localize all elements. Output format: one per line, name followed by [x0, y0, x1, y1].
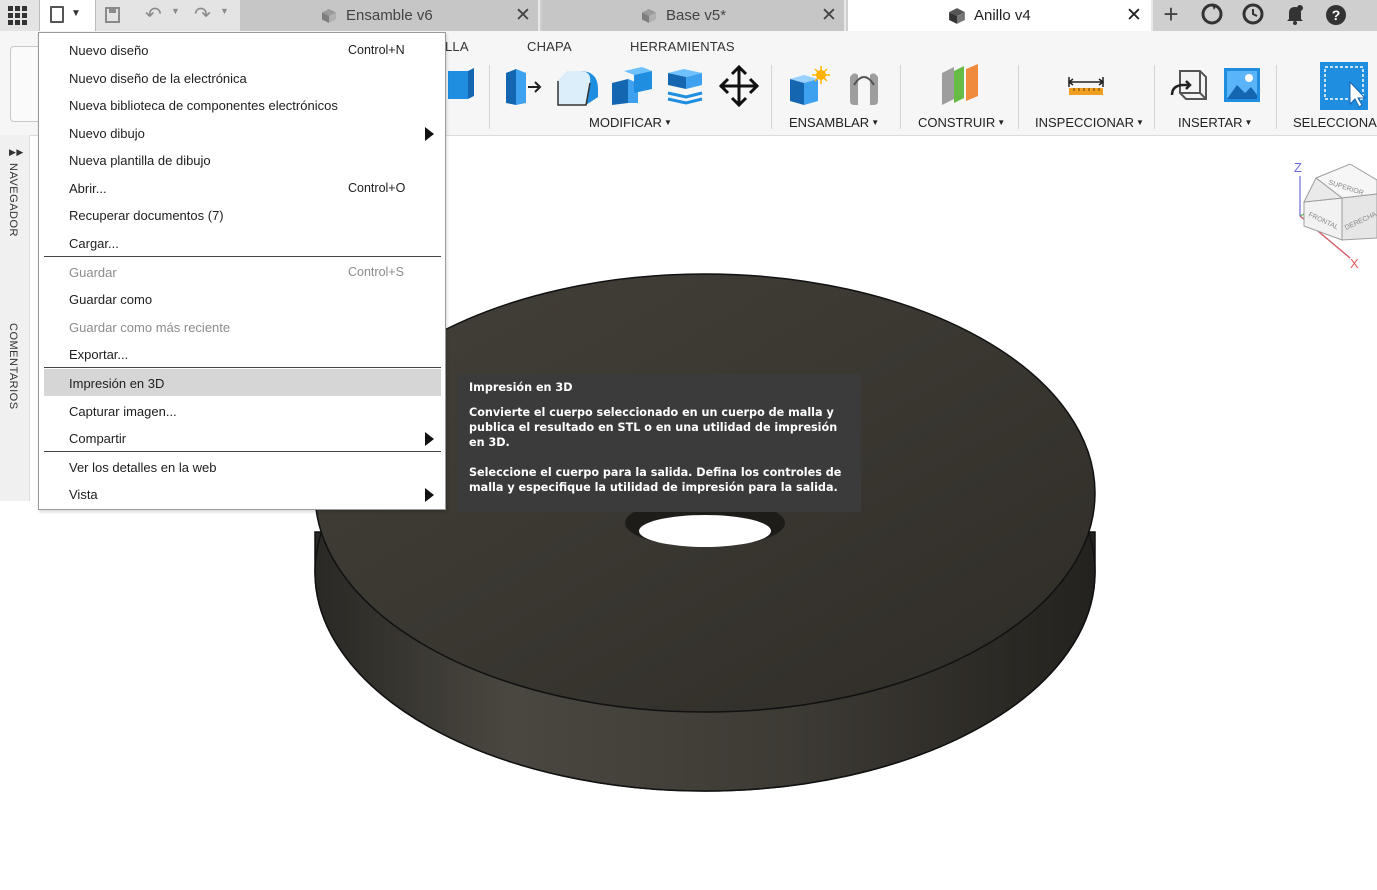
submenu-arrow-icon — [425, 127, 434, 141]
insertar-group-label[interactable]: INSERTAR ▼ — [1178, 115, 1252, 130]
extrude-icon[interactable] — [446, 67, 476, 103]
ribbon-separator — [489, 65, 490, 129]
menu-item-abrir[interactable]: Abrir... Control+O — [44, 174, 441, 201]
tab-herramientas[interactable]: HERRAMIENTAS — [630, 39, 735, 54]
insert-derive-icon[interactable] — [1170, 67, 1210, 105]
inspeccionar-group-label[interactable]: INSPECCIONAR ▼ — [1035, 115, 1144, 130]
component-cube-icon — [322, 9, 336, 23]
help-icon[interactable]: ? — [1326, 5, 1346, 25]
quick-access-toolbar: ▼ ↶ ▼ ↷ ▼ — [0, 0, 240, 31]
comments-panel-toggle[interactable]: COMENTARIOS — [7, 323, 19, 410]
document-tab-base[interactable]: Base v5* ✕ — [542, 0, 846, 31]
joint-icon[interactable] — [844, 65, 884, 107]
move-copy-icon[interactable] — [719, 65, 759, 107]
component-cube-icon — [642, 9, 656, 23]
modificar-group-label[interactable]: MODIFICAR ▼ — [589, 115, 672, 130]
menu-item-cargar[interactable]: Cargar... — [44, 229, 441, 256]
apps-grid-icon[interactable] — [6, 5, 28, 25]
viewcube[interactable]: Z X SUPERIOR FRONTAL DERECHA — [1290, 158, 1377, 270]
menu-item-nueva-biblioteca[interactable]: Nueva biblioteca de componentes electrón… — [44, 91, 441, 118]
close-tab-icon[interactable]: ✕ — [1126, 4, 1142, 27]
menu-item-recuperar[interactable]: Recuperar documentos (7) — [44, 201, 441, 228]
redo-icon[interactable]: ↷ — [194, 2, 211, 27]
expand-navigator-icon[interactable]: ▶▶ — [9, 147, 24, 158]
menu-item-nueva-plantilla[interactable]: Nueva plantilla de dibujo — [44, 146, 441, 173]
tab-chapa[interactable]: CHAPA — [527, 39, 572, 54]
ribbon-separator — [1018, 65, 1019, 129]
save-button[interactable] — [103, 5, 123, 25]
redo-history-chevron-icon[interactable]: ▼ — [220, 6, 229, 16]
submenu-arrow-icon — [425, 488, 434, 502]
close-tab-icon[interactable]: ✕ — [821, 4, 837, 27]
close-tab-icon[interactable]: ✕ — [515, 4, 531, 27]
save-icon — [105, 7, 120, 23]
undo-icon[interactable]: ↶ — [145, 2, 162, 27]
chevron-down-icon: ▼ — [871, 118, 880, 127]
construir-group-label[interactable]: CONSTRUIR ▼ — [918, 115, 1005, 130]
insert-canvas-icon[interactable] — [1223, 67, 1261, 103]
measure-icon[interactable] — [1067, 75, 1105, 97]
undo-history-chevron-icon[interactable]: ▼ — [171, 6, 180, 16]
combine-icon[interactable] — [610, 67, 654, 107]
add-tab-icon[interactable]: + — [1159, 1, 1183, 27]
menu-item-guardar: Guardar Control+S — [69, 265, 404, 280]
command-tooltip: Impresión en 3D Convierte el cuerpo sele… — [458, 374, 861, 512]
tab-label: Base v5* — [666, 7, 727, 24]
tooltip-title: Impresión en 3D — [469, 381, 573, 394]
menu-item-vista[interactable]: Vista — [44, 480, 441, 507]
chevron-down-icon: ▼ — [1135, 118, 1144, 127]
file-icon — [50, 6, 64, 23]
document-tab-anillo[interactable]: Anillo v4 ✕ — [848, 0, 1153, 31]
press-pull-icon[interactable] — [502, 67, 544, 107]
navigator-panel-toggle[interactable]: NAVEGADOR — [7, 163, 19, 237]
file-menu: Nuevo diseño Control+N Nuevo diseño de l… — [38, 32, 446, 510]
menu-separator — [44, 367, 441, 368]
chevron-down-icon: ▼ — [71, 8, 81, 19]
seleccionar-group-label[interactable]: SELECCIONAR — [1293, 115, 1377, 130]
viewcube-axis-z: Z — [1294, 160, 1302, 175]
tab-label: Anillo v4 — [974, 7, 1031, 24]
menu-item-capturar-imagen[interactable]: Capturar imagen... — [44, 397, 441, 424]
tooltip-instructions: Seleccione el cuerpo para la salida. Def… — [469, 466, 842, 494]
menu-item-ver-detalles-web[interactable]: Ver los detalles en la web — [44, 453, 441, 480]
menu-item-guardar-como[interactable]: Guardar como — [44, 285, 441, 312]
fillet-icon[interactable] — [556, 67, 600, 107]
menu-item-nuevo-diseno[interactable]: Nuevo diseño Control+N — [44, 36, 441, 63]
tab-malla[interactable]: LLA — [445, 39, 469, 54]
menu-item-nuevo-dibujo[interactable]: Nuevo dibujo — [44, 119, 441, 146]
document-tab-ensamble[interactable]: Ensamble v6 ✕ — [240, 0, 540, 31]
ribbon-separator — [1276, 65, 1277, 129]
ribbon-separator — [1154, 65, 1155, 129]
title-bar-right-controls: + ? — [1153, 0, 1377, 31]
tooltip-description: Convierte el cuerpo seleccionado en un c… — [469, 406, 838, 449]
chevron-down-icon: ▼ — [997, 118, 1006, 127]
menu-item-exportar[interactable]: Exportar... — [44, 340, 441, 367]
menu-item-guardar-mas-reciente: Guardar como más reciente — [69, 320, 231, 335]
shell-icon[interactable] — [664, 67, 706, 107]
file-menu-button[interactable]: ▼ — [39, 0, 96, 31]
chevron-down-icon: ▼ — [1244, 118, 1253, 127]
menu-item-impresion-3d[interactable]: Impresión en 3D — [44, 369, 441, 396]
ribbon-separator — [771, 65, 772, 129]
notifications-icon[interactable] — [1283, 3, 1307, 27]
ensamblar-group-label[interactable]: ENSAMBLAR ▼ — [789, 115, 879, 130]
ribbon-separator — [900, 65, 901, 129]
menu-separator — [44, 451, 441, 452]
side-panel: ▶▶ NAVEGADOR COMENTARIOS — [0, 135, 30, 501]
title-bar: ▼ ↶ ▼ ↷ ▼ Ensamble v6 ✕ Base v5* ✕ Anill… — [0, 0, 1377, 31]
menu-separator — [44, 256, 441, 257]
job-status-icon[interactable] — [1241, 3, 1265, 27]
menu-item-compartir[interactable]: Compartir — [44, 424, 441, 451]
new-component-icon[interactable] — [788, 65, 830, 107]
component-cube-icon — [949, 8, 965, 24]
viewcube-axis-x: X — [1350, 256, 1359, 270]
menu-item-nuevo-diseno-electronica[interactable]: Nuevo diseño de la electrónica — [44, 64, 441, 91]
sync-icon[interactable] — [1200, 3, 1224, 27]
offset-plane-icon[interactable] — [938, 63, 982, 107]
tab-label: Ensamble v6 — [346, 7, 433, 24]
chevron-down-icon: ▼ — [663, 118, 672, 127]
select-icon[interactable] — [1320, 62, 1368, 110]
submenu-arrow-icon — [425, 432, 434, 446]
